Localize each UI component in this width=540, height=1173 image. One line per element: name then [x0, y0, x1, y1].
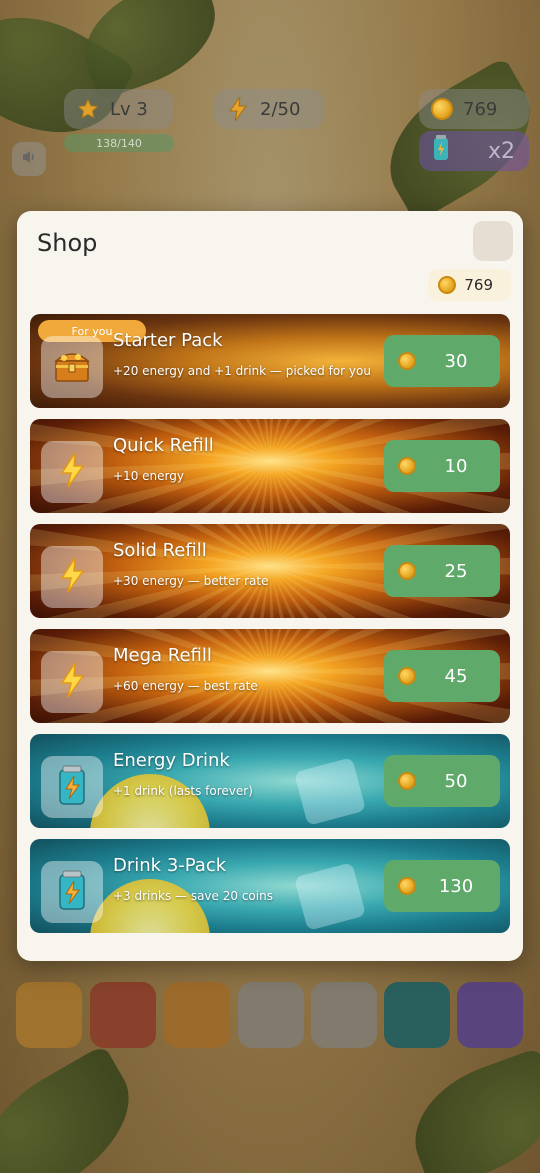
lemon-decoration — [90, 879, 210, 933]
xp-progress-text: 138/140 — [96, 136, 142, 150]
energy-drink-can-icon — [433, 135, 449, 167]
shop-item-mega-refill[interactable]: Mega Refill +60 energy — best rate 45 — [30, 629, 510, 723]
coin-icon — [398, 772, 416, 790]
star-icon — [76, 97, 100, 121]
xp-progress-bar: 138/140 — [64, 134, 174, 152]
item-price: 30 — [444, 350, 468, 372]
item-price: 45 — [444, 665, 468, 687]
shop-item-starter-pack[interactable]: For you Starter Pack +20 energy and +1 d… — [30, 314, 510, 408]
shop-modal: Shop 769 For you Starter Pack +20 energy… — [17, 211, 523, 961]
energy-value: 2/50 — [260, 98, 301, 120]
coin-balance: 769 — [428, 269, 511, 301]
item-icon-box — [41, 336, 103, 398]
shop-title: Shop — [37, 229, 98, 257]
item-description: +1 drink (lasts forever) — [113, 784, 253, 798]
coin-icon — [398, 667, 416, 685]
item-title: Energy Drink — [113, 750, 230, 771]
close-button[interactable] — [473, 221, 513, 261]
coin-balance-value: 769 — [464, 276, 493, 294]
sound-toggle-button[interactable] — [12, 142, 46, 176]
buy-button[interactable]: 45 — [384, 650, 500, 702]
coins-pill: 769 — [419, 89, 529, 129]
item-description: +3 drinks — save 20 coins — [113, 889, 273, 903]
item-title: Drink 3-Pack — [113, 855, 227, 876]
lemon-decoration — [90, 774, 210, 828]
energy-pill: 2/50 — [214, 89, 324, 129]
shop-item-drink-3-pack[interactable]: Drink 3-Pack +3 drinks — save 20 coins 1… — [30, 839, 510, 933]
coin-icon — [398, 877, 416, 895]
drink-boost-pill[interactable]: x2 — [419, 131, 529, 171]
buy-button[interactable]: 30 — [384, 335, 500, 387]
ice-cube-decoration — [293, 757, 367, 826]
buy-button[interactable]: 130 — [384, 860, 500, 912]
treasure-chest-icon — [52, 347, 92, 387]
item-title: Solid Refill — [113, 540, 207, 561]
lightning-bolt-icon — [226, 97, 250, 121]
lightning-bolt-icon — [60, 452, 85, 491]
item-title: Mega Refill — [113, 645, 212, 666]
buy-button[interactable]: 25 — [384, 545, 500, 597]
coins-value: 769 — [463, 98, 498, 120]
item-title: Quick Refill — [113, 435, 214, 456]
item-description: +20 energy and +1 drink — picked for you — [113, 364, 371, 378]
buy-button[interactable]: 10 — [384, 440, 500, 492]
coin-icon — [398, 562, 416, 580]
ice-cube-decoration — [293, 862, 367, 931]
item-icon-box — [41, 441, 103, 503]
item-price: 25 — [444, 560, 468, 582]
item-icon-box — [41, 756, 103, 818]
energy-drink-can-icon — [58, 870, 86, 914]
item-description: +10 energy — [113, 469, 184, 483]
lightning-bolt-icon — [60, 662, 85, 701]
coin-icon — [398, 352, 416, 370]
item-icon-box — [41, 651, 103, 713]
item-icon-box — [41, 546, 103, 608]
energy-drink-can-icon — [58, 765, 86, 809]
item-description: +30 energy — better rate — [113, 574, 269, 588]
item-price: 50 — [444, 770, 468, 792]
shop-item-solid-refill[interactable]: Solid Refill +30 energy — better rate 25 — [30, 524, 510, 618]
shop-item-quick-refill[interactable]: Quick Refill +10 energy 10 — [30, 419, 510, 513]
coin-icon — [438, 276, 457, 294]
item-title: Starter Pack — [113, 330, 223, 351]
item-description: +60 energy — best rate — [113, 679, 258, 693]
item-price: 10 — [444, 455, 468, 477]
speaker-icon — [21, 149, 37, 169]
lightning-bolt-icon — [60, 557, 85, 596]
buy-button[interactable]: 50 — [384, 755, 500, 807]
level-pill: Lv 3 — [64, 89, 174, 129]
coin-icon — [431, 98, 453, 120]
coin-icon — [398, 457, 416, 475]
level-label: Lv 3 — [110, 98, 148, 120]
item-icon-box — [41, 861, 103, 923]
boost-multiplier: x2 — [487, 138, 515, 164]
item-price: 130 — [438, 875, 474, 897]
shop-item-energy-drink[interactable]: Energy Drink +1 drink (lasts forever) 50 — [30, 734, 510, 828]
